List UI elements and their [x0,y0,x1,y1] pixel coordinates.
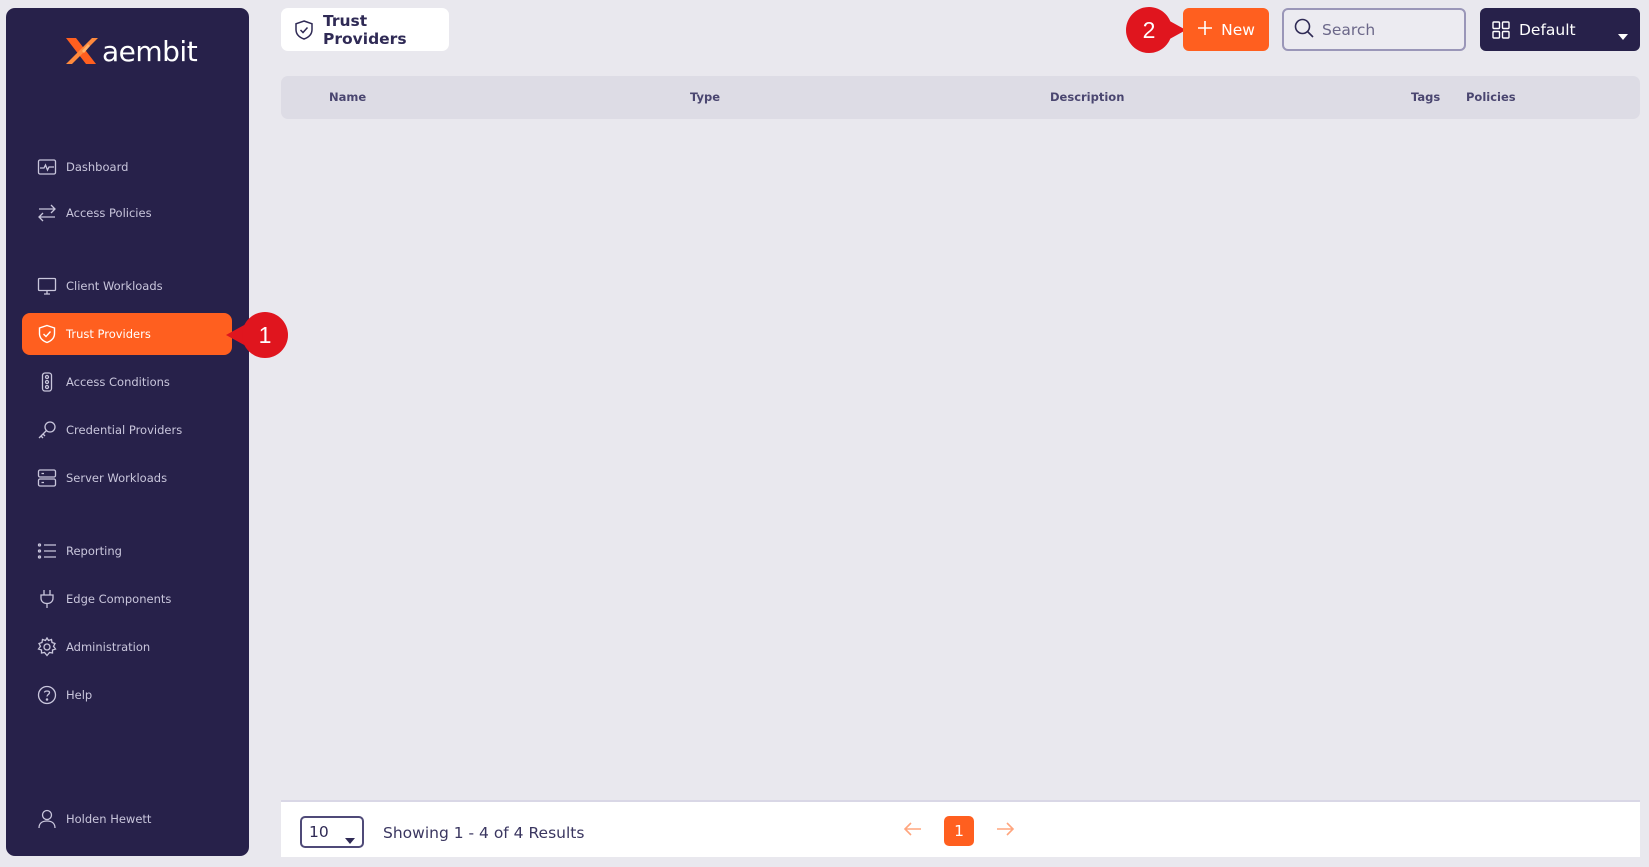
user-icon [36,808,58,830]
shield-check-icon [293,19,315,41]
sidebar-item-label: Trust Providers [66,327,151,341]
sidebar-item-label: Administration [66,640,151,654]
page-size-select[interactable]: 10 [300,816,364,848]
arrows-exchange-icon [36,202,58,224]
user-profile[interactable]: Holden Hewett [22,798,232,840]
shield-check-icon [36,323,58,345]
new-button[interactable]: New [1183,8,1269,51]
user-name: Holden Hewett [66,812,152,826]
logo-wordmark: aembit [102,34,198,68]
sidebar-item-label: Edge Components [66,592,172,606]
table-header: Name Type Description Tags Policies [281,76,1640,119]
sidebar-item-help[interactable]: Help [22,674,232,716]
sidebar-item-label: Credential Providers [66,423,183,437]
search-box[interactable] [1282,8,1466,51]
dashboard-icon [36,156,58,178]
arrow-left-icon[interactable] [901,817,925,841]
column-header-type[interactable]: Type [690,90,720,104]
gear-icon [36,636,58,658]
view-select[interactable]: Default [1480,8,1640,51]
search-icon [1294,18,1314,42]
sidebar-item-access-policies[interactable]: Access Policies [22,192,232,234]
traffic-light-icon [36,371,58,393]
pagination-current-page[interactable]: 1 [944,816,974,846]
grid-icon [1492,20,1510,39]
sidebar-item-dashboard[interactable]: Dashboard [22,146,232,188]
sidebar-item-label: Access Conditions [66,375,170,389]
results-count: Showing 1 - 4 of 4 Results [383,824,585,842]
page-title-text: Trust Providers [323,11,407,48]
view-select-value: Default [1519,20,1576,39]
column-header-policies[interactable]: Policies [1466,90,1516,104]
sidebar-item-label: Reporting [66,544,122,558]
server-icon [36,467,58,489]
monitor-icon [36,275,58,297]
sidebar-item-server-workloads[interactable]: Server Workloads [22,457,232,499]
page-title: Trust Providers [281,8,449,51]
sidebar: aembit Dashboard Access Policies Client … [6,8,249,856]
sidebar-item-trust-providers[interactable]: Trust Providers [22,313,232,355]
help-circle-icon [36,684,58,706]
aembit-logo[interactable]: aembit [62,34,198,68]
column-header-tags[interactable]: Tags [1411,90,1440,104]
aembit-logo-mark-icon [66,38,98,64]
sidebar-item-label: Help [66,688,93,702]
chevron-down-icon [345,830,355,848]
list-icon [36,540,58,562]
plug-icon [36,588,58,610]
sidebar-item-access-conditions[interactable]: Access Conditions [22,361,232,403]
sidebar-item-label: Access Policies [66,206,152,220]
sidebar-item-credential-providers[interactable]: Credential Providers [22,409,232,451]
table-footer: 10 Showing 1 - 4 of 4 Results 1 [281,800,1640,857]
arrow-right-icon[interactable] [993,817,1017,841]
search-input[interactable] [1322,20,1452,39]
page-size-value: 10 [309,823,329,841]
callout-1: 1 [242,312,288,358]
sidebar-item-administration[interactable]: Administration [22,626,232,668]
sidebar-item-label: Client Workloads [66,279,163,293]
column-header-description[interactable]: Description [1050,90,1124,104]
sidebar-item-reporting[interactable]: Reporting [22,530,232,572]
sidebar-item-label: Dashboard [66,160,129,174]
sidebar-item-edge-components[interactable]: Edge Components [22,578,232,620]
plus-icon [1197,20,1213,40]
sidebar-item-label: Server Workloads [66,471,168,485]
column-header-name[interactable]: Name [329,90,366,104]
new-button-label: New [1221,20,1255,39]
key-icon [36,419,58,441]
sidebar-item-client-workloads[interactable]: Client Workloads [22,265,232,307]
chevron-down-icon [1618,26,1628,44]
